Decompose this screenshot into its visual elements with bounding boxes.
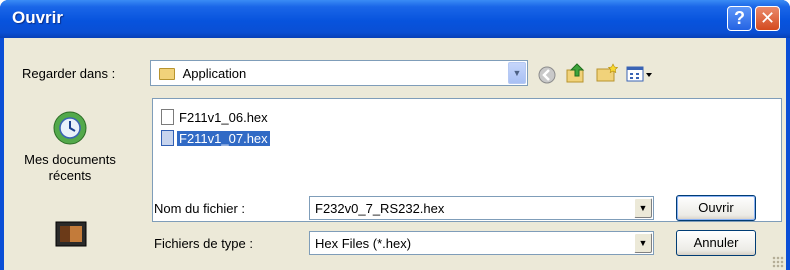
- chevron-down-icon[interactable]: ▼: [634, 198, 652, 218]
- dialog-body: Regarder dans : Application ▼ Mes docume…: [4, 38, 786, 270]
- resize-grip[interactable]: [772, 256, 784, 268]
- recent-documents-icon: [53, 111, 87, 145]
- close-button[interactable]: ✕: [755, 6, 780, 31]
- filename-combo[interactable]: F232v0_7_RS232.hex ▼: [309, 196, 654, 220]
- help-button[interactable]: ?: [727, 6, 752, 31]
- open-dialog: Ouvrir ? ✕ Regarder dans : Application ▼: [0, 0, 790, 270]
- back-icon[interactable]: [537, 65, 557, 85]
- chevron-down-icon[interactable]: ▼: [508, 62, 526, 84]
- places-recent[interactable]: Mes documents récents: [6, 106, 134, 196]
- file-name: F211v1_06.hex: [179, 109, 268, 125]
- filetype-value: Hex Files (*.hex): [315, 236, 412, 251]
- list-item-selected[interactable]: F211v1_07.hex: [161, 129, 270, 147]
- places-recent-label: Mes documents récents: [24, 152, 116, 183]
- new-folder-icon[interactable]: [596, 63, 618, 83]
- desktop-icon[interactable]: [54, 220, 88, 250]
- dialog-title: Ouvrir: [12, 8, 64, 27]
- places-bar: Mes documents récents: [6, 98, 136, 266]
- file-icon: [161, 109, 174, 125]
- look-in-value: Application: [182, 66, 247, 81]
- title-bar[interactable]: Ouvrir ? ✕: [0, 0, 790, 38]
- file-icon: [161, 130, 174, 146]
- view-menu-icon[interactable]: [626, 65, 654, 85]
- cancel-button[interactable]: Annuler: [676, 230, 756, 256]
- folder-icon: [159, 68, 175, 80]
- filename-value: F232v0_7_RS232.hex: [315, 201, 445, 216]
- filetype-combo[interactable]: Hex Files (*.hex) ▼: [309, 231, 654, 255]
- up-folder-icon[interactable]: [565, 62, 587, 84]
- filename-label: Nom du fichier :: [154, 201, 246, 216]
- chevron-down-icon[interactable]: ▼: [634, 233, 652, 253]
- look-in-combo[interactable]: Application ▼: [150, 60, 528, 86]
- open-button[interactable]: Ouvrir: [676, 195, 756, 221]
- list-item[interactable]: F211v1_06.hex: [161, 108, 270, 126]
- file-name: F211v1_07.hex: [177, 130, 270, 146]
- look-in-label: Regarder dans :: [22, 66, 116, 81]
- filetype-label: Fichiers de type :: [154, 236, 253, 251]
